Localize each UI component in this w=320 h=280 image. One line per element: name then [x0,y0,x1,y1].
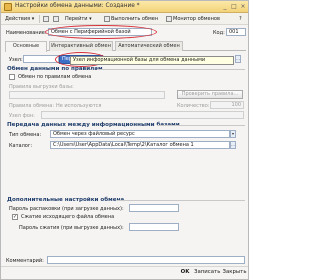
count-label: Количество: [177,103,210,109]
maximize-button[interactable]: □ [230,3,238,11]
rules-checkbox-label: Обмен по правилам обмена [18,74,92,80]
exchange-icon [104,15,110,22]
compress-checkbox-label: Сжатие исходящего файла обмена [21,214,115,220]
directory-label: Каталог: [9,143,33,149]
save-icon[interactable] [43,15,50,23]
node-code-field [41,111,244,119]
rules-file-field [9,91,165,99]
tab-main[interactable]: Основные [5,41,47,52]
node-tooltip: Узел информационной базы для обмена данн… [70,56,234,65]
rules-section-title: Обмен данными по правилам [7,66,103,72]
exchange-rules-value: Не используются [56,103,102,109]
name-highlight-oval [45,25,157,39]
directory-browse-button[interactable]: … [230,141,236,149]
pack-password-field[interactable] [129,223,179,231]
toolbar: Действия ▾ Перейти ▾ Выполнить обмен Мон… [1,13,248,25]
transfer-divider [157,125,245,126]
pack-password-label: Пароль сжатия (при выгрузке данных): [19,225,124,231]
tab-interactive[interactable]: Интерактивный обмен [49,41,113,51]
monitor-label: Монитор обменов [173,16,220,22]
rules-file-label: Правила выгрузки базы: [9,84,74,90]
transfer-section-title: Передача данных между информационными ба… [7,122,180,128]
check-rules-button[interactable]: Проверить правила... [177,90,243,99]
window-title: Настройки обмена данными: Создание * [15,3,140,9]
unpack-password-field[interactable] [129,204,179,212]
exchange-settings-window: Настройки обмена данными: Создание * _ □… [0,0,249,280]
unpack-password-label: Пароль распаковки (при загрузке данных): [9,206,124,212]
exchange-rules-label: Правила обмена: [9,103,55,109]
go-menu[interactable]: Перейти ▾ [65,15,92,23]
directory-field[interactable]: C:\Users\User\AppData\Local\Temp\2\Катал… [50,141,230,149]
monitor-icon [166,15,172,22]
name-label: Наименование: [6,30,47,36]
exchange-monitor-button[interactable]: Монитор обменов [166,15,220,23]
ok-button[interactable]: OK [179,268,191,278]
actions-menu[interactable]: Действия ▾ [5,15,34,23]
close-window-button[interactable]: × [239,3,247,11]
save-button[interactable]: Записать [194,268,220,278]
extra-section-title: Дополнительные настройки обмена [7,197,125,203]
execute-exchange-button[interactable]: Выполнить обмен [104,15,158,23]
tab-strip: Основные Интерактивный обмен Автоматичес… [5,41,246,52]
node-field[interactable] [23,55,59,63]
refresh-icon[interactable] [53,15,60,23]
compress-checkbox[interactable]: ✓ [12,214,18,220]
footer-divider [1,266,248,267]
actions-label: Действия [5,16,31,22]
tab-automatic[interactable]: Автоматический обмен [115,41,183,51]
toolbar-separator [39,15,40,23]
help-button[interactable]: ? [239,15,242,23]
execute-label: Выполнить обмен [111,16,159,22]
comment-field[interactable] [47,256,245,264]
exchange-type-dropdown-icon[interactable]: ▾ [230,130,236,138]
rules-checkbox[interactable] [9,74,15,80]
node-code-label: Узел фон: [9,113,35,119]
close-button[interactable]: Закрыть [222,268,247,278]
exchange-type-field[interactable]: Обмен через файловый ресурс [50,130,230,138]
go-label: Перейти [65,16,88,22]
minimize-button[interactable]: _ [221,3,229,11]
exchange-type-label: Тип обмена: [9,132,42,138]
code-label: Код: [213,30,225,36]
node-label: Узел: [9,57,23,63]
count-field: 100 [210,101,244,109]
app-icon [4,3,12,11]
code-field[interactable]: 001 [226,28,246,36]
extra-divider [117,200,245,201]
node-select-button[interactable]: … [235,55,241,63]
rules-divider [97,69,245,70]
comment-label: Комментарий: [6,258,44,264]
title-bar: Настройки обмена данными: Создание * _ □… [1,1,248,13]
